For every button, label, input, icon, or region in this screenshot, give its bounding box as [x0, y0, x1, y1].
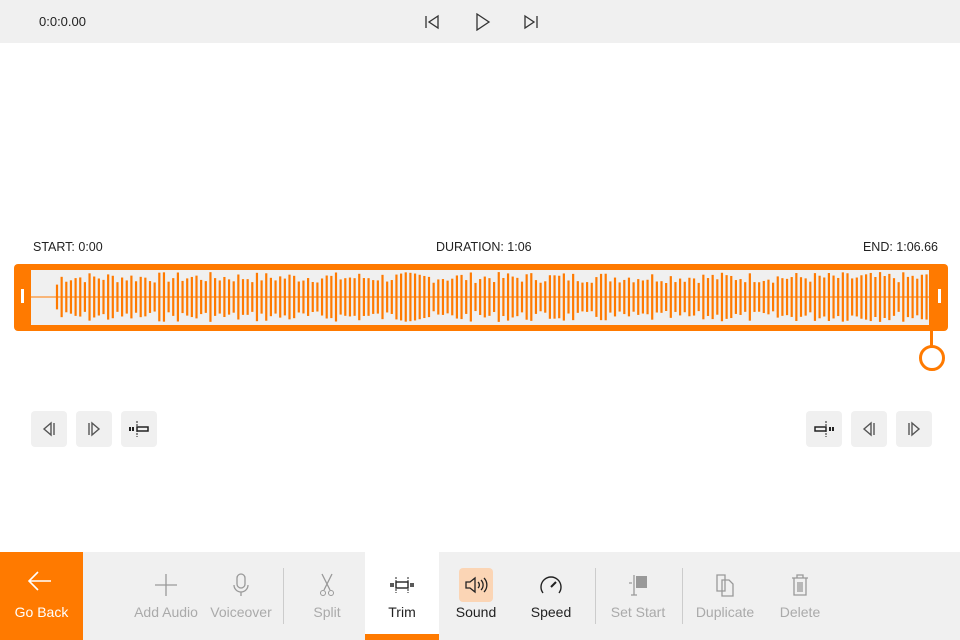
playhead-knob[interactable]: [919, 345, 945, 371]
voiceover-button[interactable]: Voiceover: [204, 552, 278, 640]
sound-label: Sound: [455, 604, 497, 620]
start-label: START: 0:00: [33, 240, 103, 254]
trim-tab[interactable]: Trim: [365, 552, 439, 640]
divider: [595, 568, 596, 624]
end-step-back-button[interactable]: [851, 411, 887, 447]
sound-button[interactable]: Sound: [439, 552, 513, 640]
divider: [682, 568, 683, 624]
speaker-icon: [465, 576, 488, 594]
duplicate-label: Duplicate: [695, 604, 755, 620]
speedometer-icon: [540, 576, 562, 594]
start-step-back-button[interactable]: [31, 411, 67, 447]
duplicate-icon: [716, 574, 734, 597]
scissors-icon: [320, 573, 334, 596]
add-audio-button[interactable]: Add Audio: [129, 552, 203, 640]
play-icon: [476, 13, 491, 31]
skip-forward-icon: [524, 14, 538, 30]
trim-end-handle[interactable]: [938, 289, 941, 303]
skip-forward-button[interactable]: [520, 11, 542, 33]
step-forward-icon: [908, 421, 921, 437]
divider: [283, 568, 284, 624]
trim-icon: [390, 577, 414, 593]
voiceover-label: Voiceover: [210, 604, 272, 620]
start-step-forward-button[interactable]: [76, 411, 112, 447]
trim-label: Trim: [388, 604, 416, 620]
go-back-label: Go Back: [14, 604, 69, 620]
set-end-at-playhead-button[interactable]: [806, 411, 842, 447]
trim-end-icon: [814, 421, 834, 437]
duplicate-button[interactable]: Duplicate: [688, 552, 762, 640]
end-step-forward-button[interactable]: [896, 411, 932, 447]
playback-time: 0:0:0.00: [39, 14, 86, 29]
speed-button[interactable]: Speed: [514, 552, 588, 640]
set-start-at-playhead-button[interactable]: [121, 411, 157, 447]
microphone-icon: [233, 573, 249, 596]
skip-back-icon: [425, 14, 439, 30]
split-button[interactable]: Split: [290, 552, 364, 640]
trim-start-icon: [129, 421, 149, 437]
plus-icon: [155, 574, 177, 596]
duration-label: DURATION: 1:06: [436, 240, 532, 254]
speed-label: Speed: [530, 604, 572, 620]
add-audio-label: Add Audio: [134, 604, 198, 620]
trash-icon: [792, 574, 808, 596]
play-button[interactable]: [471, 11, 493, 33]
split-label: Split: [313, 604, 341, 620]
set-start-icon: [629, 575, 647, 596]
delete-button[interactable]: Delete: [763, 552, 837, 640]
trim-start-handle[interactable]: [21, 289, 24, 303]
set-start-button[interactable]: Set Start: [601, 552, 675, 640]
end-label: END: 1:06.66: [862, 240, 938, 254]
go-back-button[interactable]: Go Back: [0, 552, 83, 640]
step-back-icon: [862, 421, 875, 437]
active-indicator: [365, 634, 439, 640]
playhead-line: [930, 331, 933, 346]
skip-back-button[interactable]: [421, 11, 443, 33]
arrow-left-icon: [27, 571, 51, 591]
step-back-icon: [42, 421, 55, 437]
delete-label: Delete: [779, 604, 821, 620]
waveform: [31, 270, 929, 325]
step-forward-icon: [88, 421, 101, 437]
set-start-label: Set Start: [610, 604, 666, 620]
